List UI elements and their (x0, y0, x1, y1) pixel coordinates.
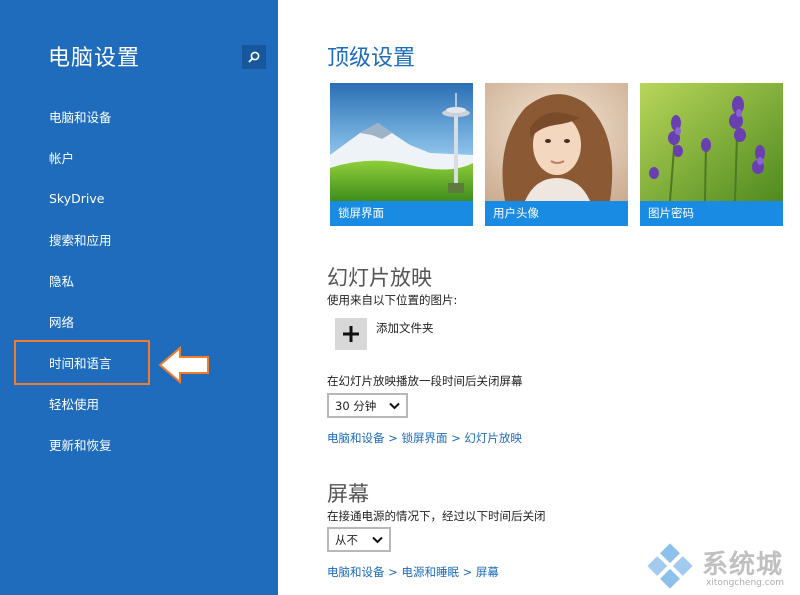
search-icon (248, 51, 260, 63)
sidebar-item-pc-devices[interactable]: 电脑和设备 (0, 96, 278, 137)
sidebar-item-update-recovery[interactable]: 更新和恢复 (0, 424, 278, 465)
tile-label: 用户头像 (485, 201, 628, 226)
sidebar-item-label: 更新和恢复 (49, 438, 112, 453)
tile-label: 图片密码 (640, 201, 783, 226)
search-button[interactable] (242, 45, 266, 69)
sidebar-item-privacy[interactable]: 隐私 (0, 260, 278, 301)
sidebar-item-label: 帐户 (49, 151, 75, 166)
screen-timeout-select[interactable]: 从不 (327, 527, 391, 552)
sidebar-item-accounts[interactable]: 帐户 (0, 137, 278, 178)
main-content: 顶级设置 锁屏界面 用户头像 图片密码 幻灯片放映 使用来自以下位置的图片: 添… (278, 0, 800, 595)
turn-off-screen-label: 在幻灯片放映播放一段时间后关闭屏幕 (327, 374, 523, 388)
slideshow-duration-select[interactable]: 30 分钟 (327, 393, 408, 418)
slideshow-title: 幻灯片放映 (327, 266, 432, 290)
picture-password-image (640, 83, 783, 201)
select-value: 从不 (335, 532, 358, 547)
sidebar-item-label: 网络 (49, 315, 75, 330)
sidebar-item-search-apps[interactable]: 搜索和应用 (0, 219, 278, 260)
sidebar-item-label: 隐私 (49, 274, 75, 289)
sidebar-item-label: SkyDrive (49, 191, 105, 206)
select-value: 30 分钟 (335, 398, 377, 413)
sidebar-item-ease-of-access[interactable]: 轻松使用 (0, 383, 278, 424)
add-folder-button[interactable] (335, 318, 367, 350)
tile-picture-password[interactable]: 图片密码 (640, 83, 783, 226)
sidebar-item-label: 轻松使用 (49, 397, 100, 412)
left-arrow-annotation-icon (158, 345, 209, 385)
tile-label: 锁屏界面 (330, 201, 473, 226)
tile-account-picture[interactable]: 用户头像 (485, 83, 628, 226)
screen-title: 屏幕 (327, 482, 369, 506)
page-title: 顶级设置 (327, 46, 416, 71)
highlight-box (14, 340, 150, 385)
account-picture-image (485, 83, 628, 201)
sidebar-item-label: 搜索和应用 (49, 233, 112, 248)
watermark-text: 系统城 (702, 550, 784, 580)
slideshow-breadcrumb-link[interactable]: 电脑和设备 > 锁屏界面 > 幻灯片放映 (327, 430, 522, 446)
sidebar-nav: 电脑和设备 帐户 SkyDrive 搜索和应用 隐私 网络 时间和语言 轻松使用… (0, 96, 278, 465)
add-folder-label[interactable]: 添加文件夹 (376, 320, 434, 336)
sidebar-item-label: 电脑和设备 (49, 110, 112, 125)
screen-breadcrumb-link[interactable]: 电脑和设备 > 电源和睡眠 > 屏幕 (327, 564, 499, 580)
lock-screen-image (330, 83, 473, 201)
sidebar: 电脑设置 电脑和设备 帐户 SkyDrive 搜索和应用 隐私 网络 时间和语言… (0, 0, 278, 595)
watermark-url: xitongcheng.com (706, 578, 784, 588)
screen-plugged-label: 在接通电源的情况下，经过以下时间后关闭 (327, 509, 546, 523)
sidebar-item-network[interactable]: 网络 (0, 301, 278, 342)
chevron-down-icon (372, 536, 383, 544)
sidebar-title: 电脑设置 (48, 46, 141, 71)
slideshow-source-label: 使用来自以下位置的图片: (327, 293, 458, 307)
chevron-down-icon (389, 402, 400, 410)
sidebar-item-skydrive[interactable]: SkyDrive (0, 178, 278, 219)
plus-icon (343, 326, 359, 342)
tile-lock-screen[interactable]: 锁屏界面 (330, 83, 473, 226)
